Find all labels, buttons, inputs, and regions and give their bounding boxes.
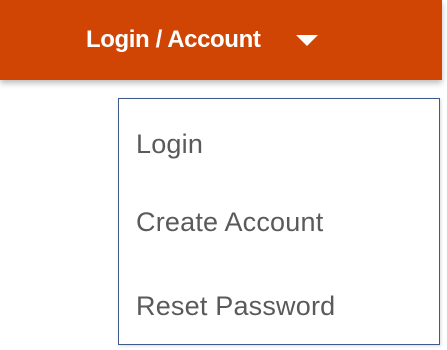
page: Login / Account Login Create Account Res…	[0, 0, 447, 350]
login-account-label: Login / Account	[86, 26, 261, 53]
caret-down-icon	[296, 34, 319, 46]
menu-item-reset-password[interactable]: Reset Password	[136, 291, 335, 322]
top-bar: Login / Account	[0, 0, 442, 80]
menu-item-login[interactable]: Login	[136, 129, 203, 160]
menu-item-create-account[interactable]: Create Account	[136, 207, 323, 238]
account-dropdown-menu: Login Create Account Reset Password	[118, 98, 440, 345]
login-account-dropdown-toggle[interactable]: Login / Account	[86, 0, 319, 80]
